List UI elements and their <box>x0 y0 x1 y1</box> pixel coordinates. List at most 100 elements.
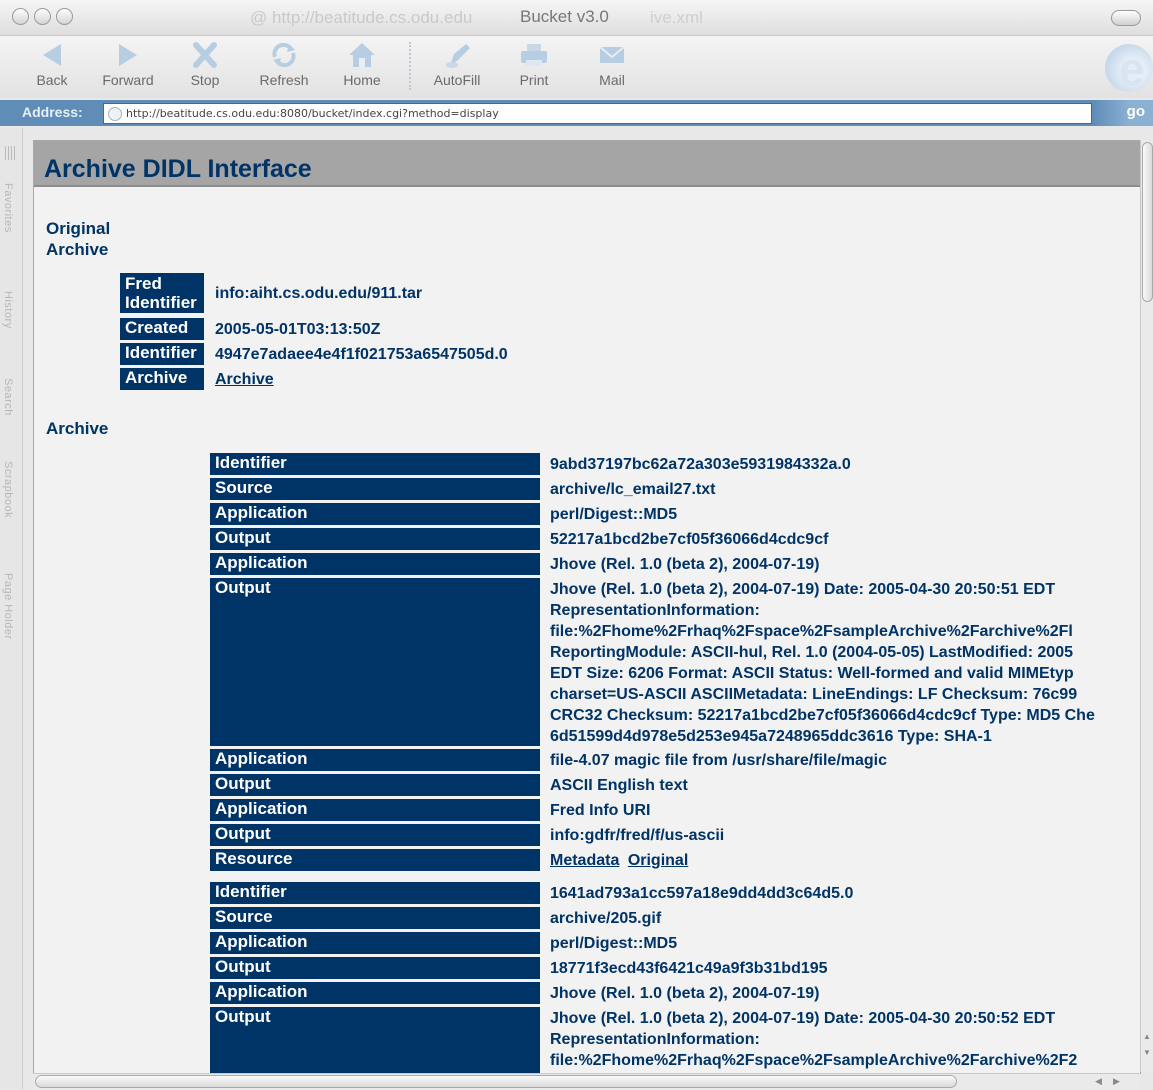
stop-button[interactable]: Stop <box>183 36 227 98</box>
forward-arrow-icon <box>119 44 137 66</box>
mail-icon <box>599 46 625 63</box>
sidebar-tab-page-holder[interactable]: Page Holder <box>2 573 14 640</box>
window-title: Bucket v3.0 <box>520 7 609 26</box>
archive-label: Archive <box>120 368 204 390</box>
back-label: Back <box>36 72 68 88</box>
address-input[interactable]: http://beatitude.cs.odu.edu:8080/bucket/… <box>103 103 1092 124</box>
sidebar-tab-scrapbook[interactable]: Scrapbook <box>2 461 14 518</box>
print-label: Print <box>519 72 549 88</box>
back-arrow-icon <box>43 44 61 66</box>
item1-application-label: Application <box>210 799 540 821</box>
zoom-window-button[interactable] <box>56 8 73 25</box>
sidebar-tab-search[interactable]: Search <box>2 378 14 416</box>
item1-application-value: file-4.07 magic file from /usr/share/fil… <box>550 752 888 769</box>
scroll-left-arrow-icon[interactable]: ◀ <box>1095 1076 1102 1087</box>
fred-identifier-label: Fred Identifier <box>120 273 204 313</box>
autofill-button[interactable]: AutoFill <box>425 36 489 98</box>
item1-application-label: Application <box>210 503 540 525</box>
print-button[interactable]: Print <box>512 36 556 98</box>
toolbar-toggle-button[interactable] <box>1111 10 1141 26</box>
home-label: Home <box>343 72 381 88</box>
created-value: 2005-05-01T03:13:50Z <box>215 321 381 338</box>
item1-application-label: Application <box>210 749 540 771</box>
item1-resource-label: Resource <box>210 849 540 871</box>
autofill-icon <box>446 44 470 68</box>
created-label: Created <box>120 318 204 340</box>
item2-output-label: Output <box>210 957 540 979</box>
autofill-label: AutoFill <box>433 72 481 88</box>
refresh-icon <box>272 42 296 68</box>
item1-jhove-output-value: Jhove (Rel. 1.0 (beta 2), 2004-07-19) Da… <box>550 581 1095 745</box>
item1-output-value: info:gdfr/fred/f/us-ascii <box>550 827 725 844</box>
address-url: http://beatitude.cs.odu.edu:8080/bucket/… <box>126 107 499 120</box>
window-title-ghost-right: ive.xml <box>650 8 703 27</box>
close-window-button[interactable] <box>12 8 29 25</box>
item2-application-value: perl/Digest::MD5 <box>550 935 678 952</box>
item2-output-value: 18771f3ecd43f6421c49a9f3b31bd195 <box>550 960 828 977</box>
forward-button[interactable]: Forward <box>96 36 160 98</box>
item1-source-label: Source <box>210 478 540 500</box>
item1-source-value: archive/lc_email27.txt <box>550 481 716 498</box>
address-bar: Address: http://beatitude.cs.odu.edu:808… <box>0 100 1153 126</box>
address-label: Address: <box>22 104 83 120</box>
item2-jhove-output-value: Jhove (Rel. 1.0 (beta 2), 2004-07-19) Da… <box>550 1010 1078 1069</box>
sidebar-grip-icon[interactable] <box>5 146 15 160</box>
item1-output-label: Output <box>210 528 540 550</box>
vertical-scroll-thumb[interactable] <box>1142 142 1153 302</box>
item1-application-label: Application <box>210 553 540 575</box>
item1-application-value: Fred Info URI <box>550 802 651 819</box>
window-titlebar: @ http://beatitude.cs.odu.edu Bucket v3.… <box>0 0 1153 36</box>
explorer-sidebar: Favorites History Search Scrapbook Page … <box>0 128 23 1089</box>
item2-source-value: archive/205.gif <box>550 910 662 927</box>
item2-identifier-label: Identifier <box>210 882 540 904</box>
item2-application-value: Jhove (Rel. 1.0 (beta 2), 2004-07-19) <box>550 985 820 1002</box>
page-globe-icon <box>108 107 122 121</box>
stop-x-icon <box>193 42 217 68</box>
go-button[interactable]: go <box>1093 100 1153 126</box>
metadata-link[interactable]: Metadata <box>550 852 619 869</box>
back-button[interactable]: Back <box>30 36 74 98</box>
scroll-up-arrow-icon[interactable]: ▲ <box>1143 1032 1151 1041</box>
horizontal-scroll-thumb[interactable] <box>35 1075 957 1088</box>
item1-output-label: Output <box>210 578 540 746</box>
refresh-label: Refresh <box>259 72 309 88</box>
toolbar-separator <box>409 42 411 90</box>
item1-application-value: Jhove (Rel. 1.0 (beta 2), 2004-07-19) <box>550 556 820 573</box>
identifier-label: Identifier <box>120 343 204 365</box>
item1-output-value: 52217a1bcd2be7cf05f36066d4cdc9cf <box>550 531 829 548</box>
fred-identifier-value: info:aiht.cs.odu.edu/911.tar <box>215 285 423 302</box>
archive-link[interactable]: Archive <box>215 371 274 388</box>
item2-application-label: Application <box>210 982 540 1004</box>
item2-source-label: Source <box>210 907 540 929</box>
minimize-window-button[interactable] <box>34 8 51 25</box>
stop-label: Stop <box>190 72 220 88</box>
browser-toolbar: Back Forward Stop Refresh Home AutoFill … <box>0 36 1153 98</box>
item2-identifier-value: 1641ad793a1cc597a18e9dd4dd3c64d5.0 <box>550 885 854 902</box>
original-archive-heading: Original Archive <box>46 219 111 259</box>
mail-label: Mail <box>599 72 625 88</box>
ie-logo-icon: e <box>1105 44 1153 92</box>
page-body: Original Archive Fred Identifier info:ai… <box>34 185 1140 1073</box>
original-link[interactable]: Original <box>628 852 688 869</box>
refresh-button[interactable]: Refresh <box>251 36 317 98</box>
item2-output-label: Output <box>210 1007 540 1073</box>
home-button[interactable]: Home <box>336 36 388 98</box>
vertical-scrollbar[interactable]: ▲ ▼ <box>1140 140 1153 1072</box>
sidebar-tab-history[interactable]: History <box>2 291 14 329</box>
mail-button[interactable]: Mail <box>590 36 634 98</box>
page-content: Archive DIDL Interface Original Archive … <box>33 140 1141 1074</box>
home-icon <box>349 43 375 67</box>
go-label: go <box>1126 103 1145 120</box>
item1-identifier-value: 9abd37197bc62a72a303e5931984332a.0 <box>550 456 851 473</box>
sidebar-tab-favorites[interactable]: Favorites <box>2 183 14 233</box>
archive-link-cell: Archive <box>215 369 278 390</box>
scroll-down-arrow-icon[interactable]: ▼ <box>1143 1048 1151 1057</box>
item1-identifier-label: Identifier <box>210 453 540 475</box>
identifier-value: 4947e7adaee4e4f1f021753a6547505d.0 <box>215 346 508 363</box>
horizontal-scrollbar[interactable]: ◀ ▶ <box>33 1073 1140 1090</box>
window-title-ghost-left: @ http://beatitude.cs.odu.edu <box>250 8 473 27</box>
archive-heading: Archive <box>46 419 109 438</box>
item1-output-value: ASCII English text <box>550 777 688 794</box>
scroll-right-arrow-icon[interactable]: ▶ <box>1113 1076 1120 1087</box>
printer-icon <box>521 44 547 66</box>
